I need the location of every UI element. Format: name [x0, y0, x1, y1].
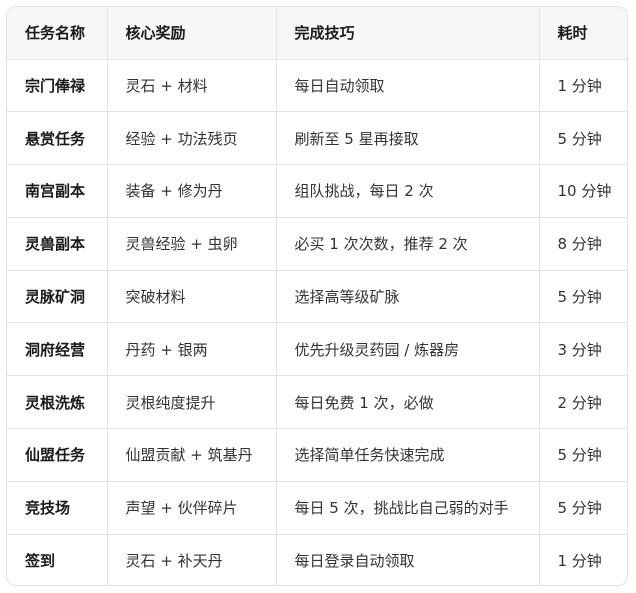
table-row: 灵根洗炼 灵根纯度提升 每日免费 1 次，必做 2 分钟 — [7, 375, 627, 430]
table-row: 悬赏任务 经验 + 功法残页 刷新至 5 星再接取 5 分钟 — [7, 111, 627, 166]
cell-tips: 每日登录自动领取 — [276, 534, 540, 585]
cell-core-reward: 声望 + 伙伴碎片 — [107, 481, 277, 535]
cell-tips: 刷新至 5 星再接取 — [276, 111, 540, 166]
cell-time: 5 分钟 — [539, 428, 627, 482]
table-row: 宗门俸禄 灵石 + 材料 每日自动领取 1 分钟 — [7, 59, 627, 113]
cell-time: 5 分钟 — [539, 270, 627, 324]
cell-tips: 每日免费 1 次，必做 — [276, 375, 540, 430]
cell-task-name: 灵兽副本 — [7, 217, 108, 271]
cell-core-reward: 突破材料 — [107, 270, 277, 324]
cell-time: 1 分钟 — [557, 552, 602, 571]
cell-tips: 优先升级灵药园 / 炼器房 — [276, 322, 540, 377]
cell-core-reward: 仙盟贡献 + 筑基丹 — [107, 428, 277, 482]
cell-task-name: 仙盟任务 — [7, 428, 108, 482]
header-core-reward: 核心奖励 — [107, 7, 277, 60]
cell-task-name: 洞府经营 — [7, 322, 108, 377]
cell-task-name: 宗门俸禄 — [7, 59, 108, 113]
cell-time: 2 分钟 — [539, 375, 627, 430]
cell-time: 3 分钟 — [539, 322, 627, 377]
cell-tips: 每日 5 次，挑战比自己弱的对手 — [276, 481, 540, 535]
table-row: 灵兽副本 灵兽经验 + 虫卵 必买 1 次次数，推荐 2 次 8 分钟 — [7, 217, 627, 271]
table-row: 竞技场 声望 + 伙伴碎片 每日 5 次，挑战比自己弱的对手 5 分钟 — [7, 481, 627, 535]
cell-tips: 选择高等级矿脉 — [276, 270, 540, 324]
cell-task-name: 竞技场 — [7, 481, 108, 535]
table-header-row: 任务名称 核心奖励 完成技巧 耗时 — [7, 7, 627, 60]
cell-time: 8 分钟 — [539, 217, 627, 271]
table-row: 签到 灵石 + 补天丹 每日登录自动领取 1 分钟 — [7, 534, 627, 585]
cell-task-name: 悬赏任务 — [7, 111, 108, 166]
cell-tips: 必买 1 次次数，推荐 2 次 — [276, 217, 540, 271]
cell-task-name: 签到 — [7, 534, 108, 585]
header-time: 耗时 — [539, 7, 627, 60]
cell-task-name: 灵根洗炼 — [7, 375, 108, 430]
cell-task-name: 南宫副本 — [7, 164, 108, 218]
cell-tips: 选择简单任务快速完成 — [276, 428, 540, 482]
task-table: 任务名称 核心奖励 完成技巧 耗时 宗门俸禄 灵石 + 材料 每日自动领取 1 … — [7, 7, 627, 585]
cell-time: 1 分钟 — [539, 59, 627, 113]
task-table-container: 任务名称 核心奖励 完成技巧 耗时 宗门俸禄 灵石 + 材料 每日自动领取 1 … — [6, 6, 628, 586]
cell-core-reward: 灵根纯度提升 — [107, 375, 277, 430]
table-row: 洞府经营 丹药 + 银两 优先升级灵药园 / 炼器房 3 分钟 — [7, 322, 627, 377]
cell-core-reward: 装备 + 修为丹 — [107, 164, 277, 218]
cell-time: 5 分钟 — [539, 111, 627, 166]
cell-tips: 组队挑战，每日 2 次 — [276, 164, 540, 218]
cell-tips: 每日自动领取 — [276, 59, 540, 113]
cell-task-name: 灵脉矿洞 — [7, 270, 108, 324]
cell-core-reward: 灵石 + 补天丹 — [107, 534, 277, 585]
cell-core-reward: 灵石 + 材料 — [107, 59, 277, 113]
cell-time: 5 分钟 — [539, 481, 627, 535]
cell-core-reward: 灵兽经验 + 虫卵 — [107, 217, 277, 271]
cell-core-reward: 经验 + 功法残页 — [107, 111, 277, 166]
cell-core-reward: 丹药 + 银两 — [107, 322, 277, 377]
table-row: 仙盟任务 仙盟贡献 + 筑基丹 选择简单任务快速完成 5 分钟 — [7, 428, 627, 482]
cell-time: 10 分钟 — [539, 164, 627, 218]
header-task-name: 任务名称 — [7, 7, 108, 60]
table-row: 南宫副本 装备 + 修为丹 组队挑战，每日 2 次 10 分钟 — [7, 164, 627, 218]
table-row: 灵脉矿洞 突破材料 选择高等级矿脉 5 分钟 — [7, 270, 627, 324]
header-tips: 完成技巧 — [276, 7, 540, 60]
